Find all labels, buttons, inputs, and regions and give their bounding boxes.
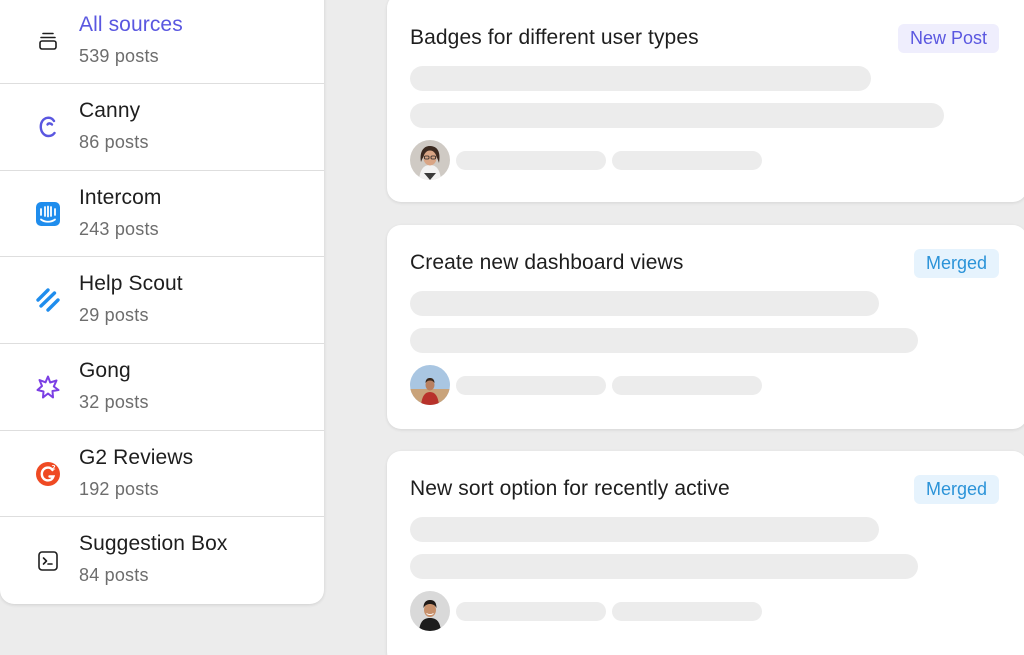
source-post-count: 243 posts bbox=[79, 218, 159, 239]
post-title: Create new dashboard views bbox=[410, 251, 684, 274]
post-card[interactable]: New sort option for recently active Merg… bbox=[387, 451, 1024, 655]
source-name: Help Scout bbox=[79, 272, 183, 296]
skeleton-meta bbox=[456, 151, 606, 170]
source-canny[interactable]: Canny 86 posts bbox=[0, 84, 324, 171]
avatar bbox=[410, 591, 450, 631]
source-all-sources[interactable]: All sources 539 posts bbox=[0, 0, 324, 84]
avatar bbox=[410, 140, 450, 180]
source-name: G2 Reviews bbox=[79, 445, 194, 469]
gong-logo-icon bbox=[35, 374, 61, 400]
svg-text:2: 2 bbox=[52, 464, 56, 471]
source-intercom[interactable]: Intercom 243 posts bbox=[0, 171, 324, 258]
source-post-count: 29 posts bbox=[79, 305, 149, 326]
source-name: Suggestion Box bbox=[79, 532, 228, 556]
g2-logo-icon: 2 bbox=[35, 461, 61, 487]
skeleton-meta bbox=[612, 376, 762, 395]
post-title: New sort option for recently active bbox=[410, 477, 730, 500]
skeleton-line bbox=[410, 66, 871, 91]
status-badge: Merged bbox=[913, 475, 999, 504]
source-post-count: 32 posts bbox=[79, 392, 149, 413]
post-card[interactable]: Badges for different user types New Post bbox=[387, 0, 1024, 202]
skeleton-line bbox=[410, 291, 879, 316]
skeleton-line bbox=[410, 328, 918, 353]
sources-sidebar: All sources 539 posts Canny 86 posts Int… bbox=[0, 0, 324, 604]
source-help-scout[interactable]: Help Scout 29 posts bbox=[0, 257, 324, 345]
intercom-logo-icon bbox=[35, 201, 61, 227]
source-name: All sources bbox=[79, 13, 183, 36]
source-name: Gong bbox=[79, 359, 131, 383]
skeleton-meta bbox=[456, 602, 606, 621]
terminal-icon bbox=[35, 548, 61, 574]
source-g2-reviews[interactable]: 2 G2 Reviews 192 posts bbox=[0, 431, 324, 518]
skeleton-meta bbox=[612, 602, 762, 621]
source-post-count: 86 posts bbox=[79, 132, 149, 152]
status-badge: New Post bbox=[897, 24, 999, 53]
avatar bbox=[410, 365, 450, 405]
skeleton-meta bbox=[612, 151, 762, 170]
skeleton-line bbox=[410, 517, 879, 542]
skeleton-line bbox=[410, 103, 944, 128]
canny-logo-icon bbox=[35, 114, 61, 140]
source-name: Intercom bbox=[79, 185, 162, 209]
source-post-count: 539 posts bbox=[79, 46, 159, 66]
source-post-count: 84 posts bbox=[79, 565, 149, 586]
source-suggestion-box[interactable]: Suggestion Box 84 posts bbox=[0, 517, 324, 604]
source-gong[interactable]: Gong 32 posts bbox=[0, 344, 324, 431]
status-badge: Merged bbox=[913, 249, 999, 278]
helpscout-logo-icon bbox=[35, 287, 61, 313]
stack-icon bbox=[35, 28, 61, 54]
post-title: Badges for different user types bbox=[410, 26, 699, 49]
post-card[interactable]: Create new dashboard views Merged bbox=[387, 225, 1024, 429]
skeleton-line bbox=[410, 554, 918, 579]
feedback-sources-view: All sources 539 posts Canny 86 posts Int… bbox=[0, 0, 1024, 655]
skeleton-meta bbox=[456, 376, 606, 395]
source-post-count: 192 posts bbox=[79, 478, 159, 499]
source-name: Canny bbox=[79, 99, 141, 122]
